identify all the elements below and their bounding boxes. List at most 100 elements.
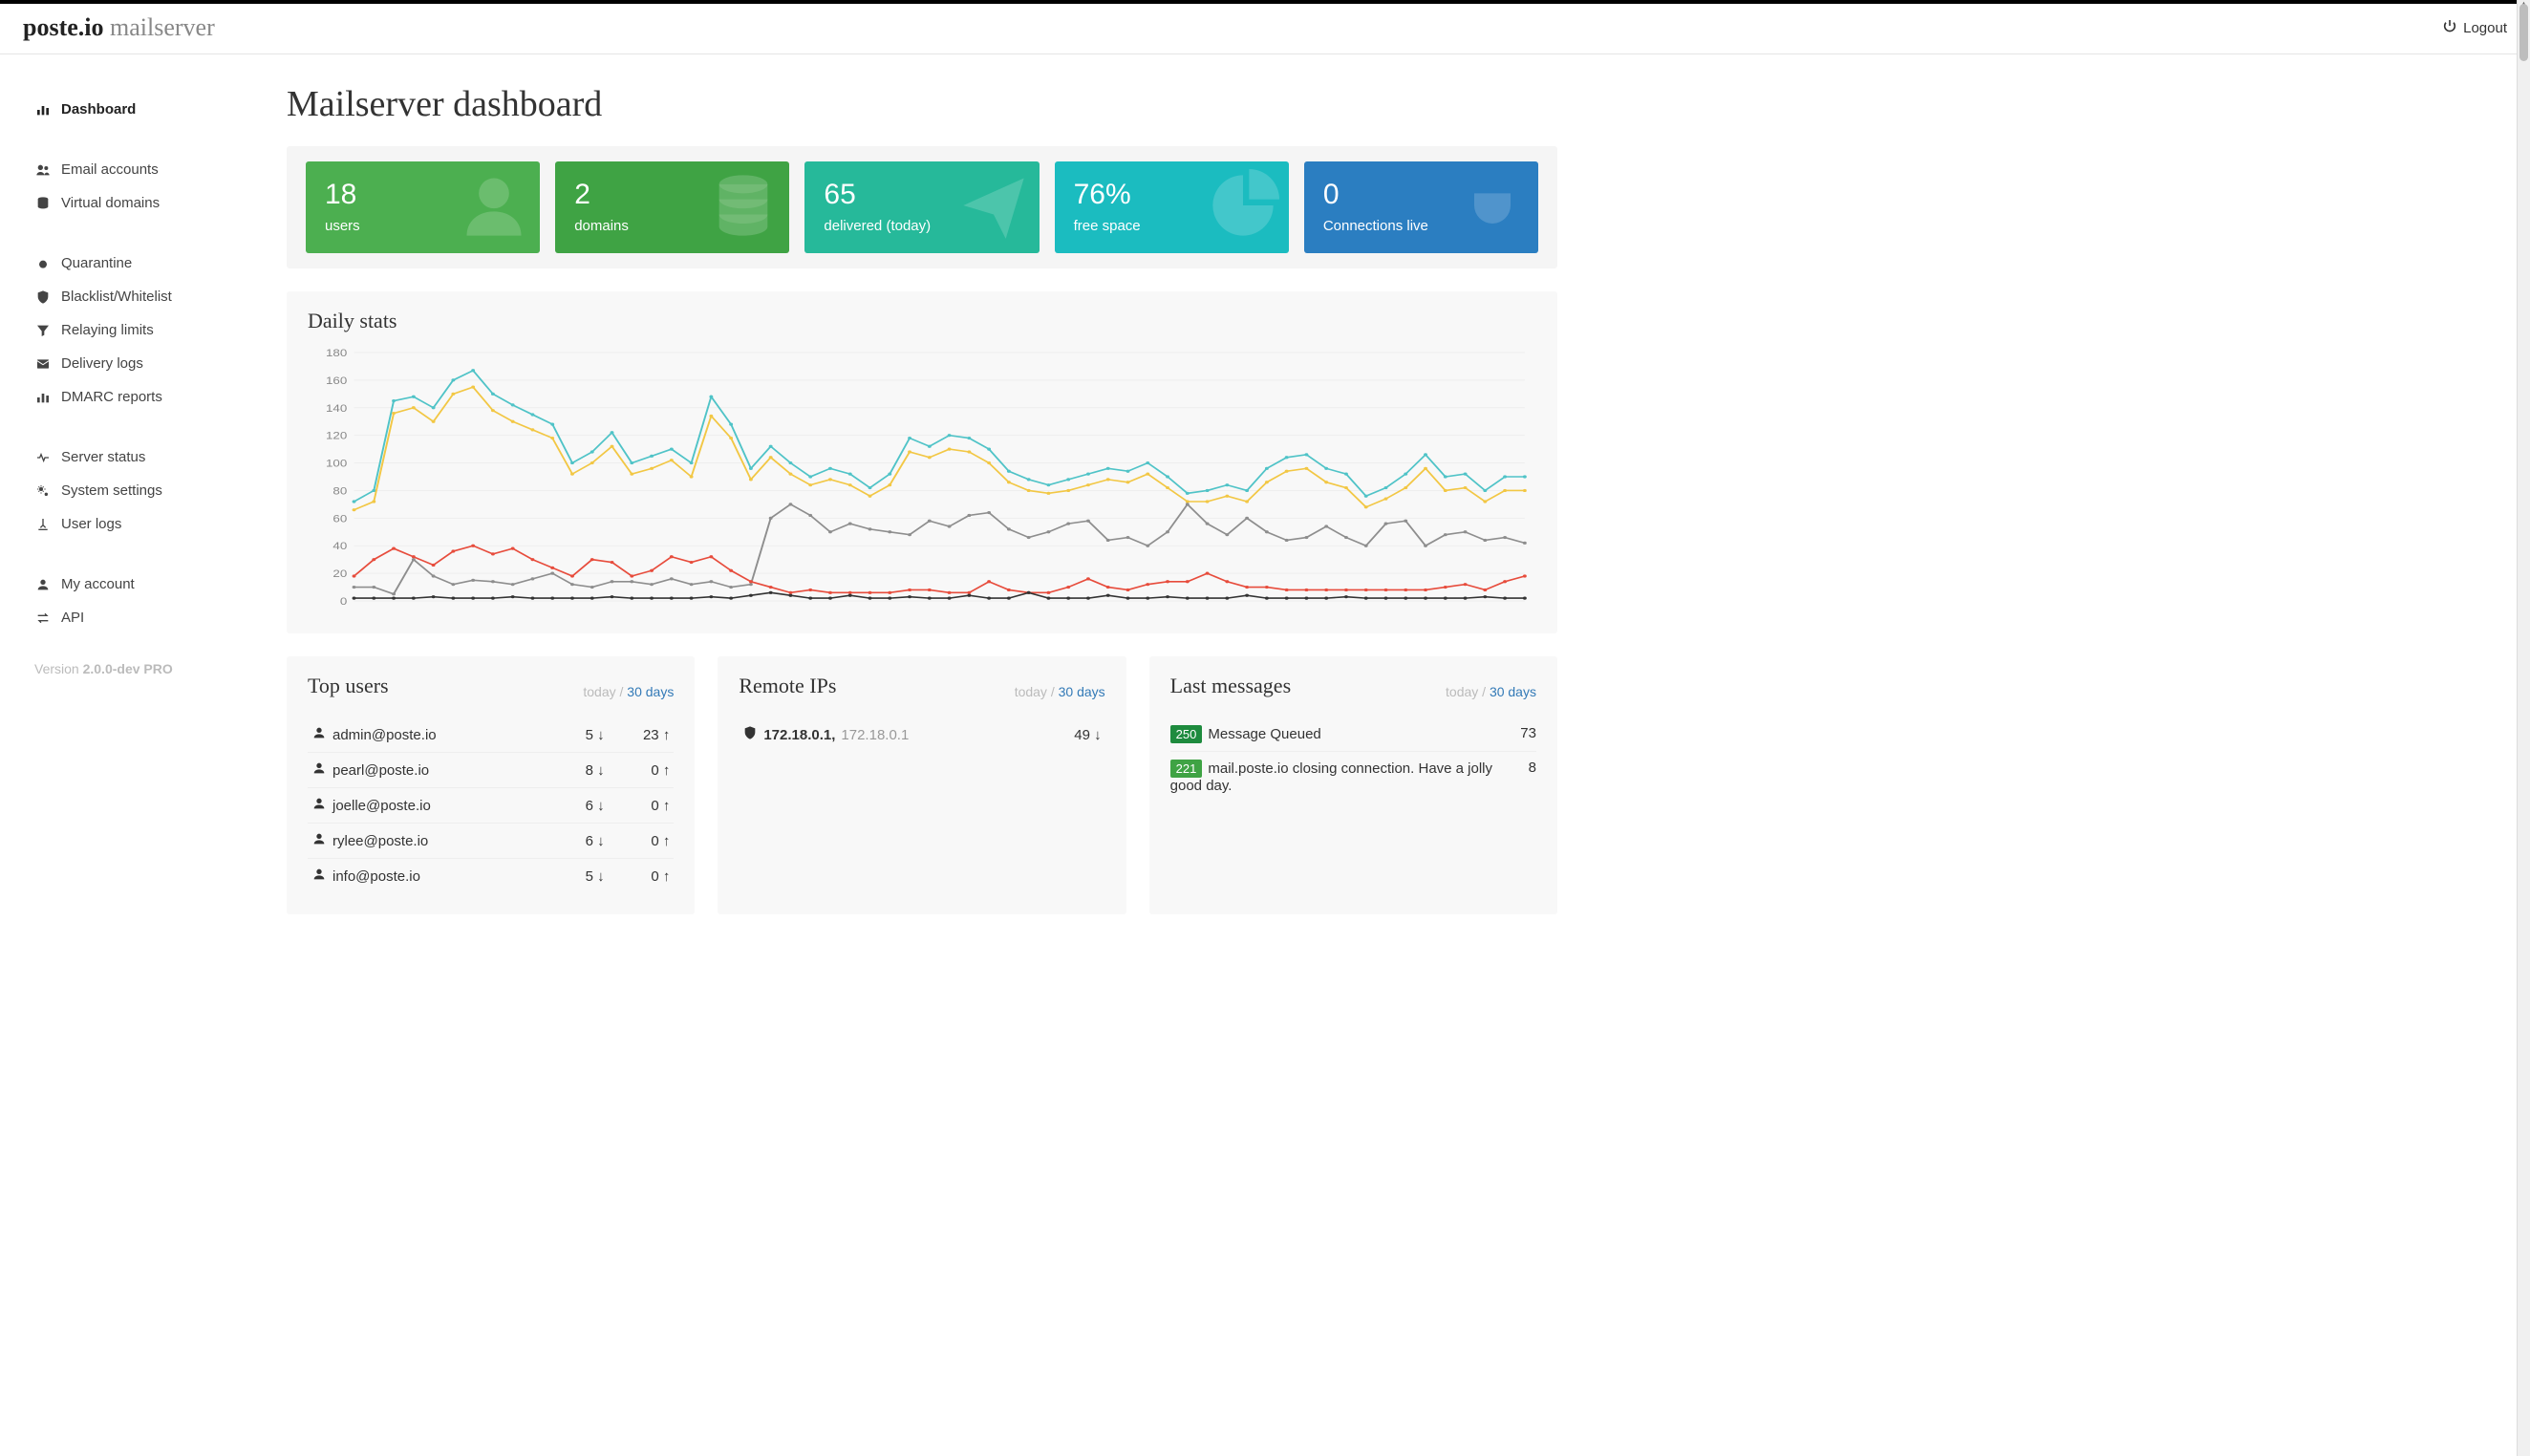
filter-icon (34, 323, 52, 338)
outbound-count: 0 ↑ (609, 753, 675, 788)
list-item[interactable]: 250Message Queued73 (1170, 717, 1536, 751)
table-row[interactable]: rylee@poste.io 6 ↓ 0 ↑ (308, 824, 674, 859)
brand: poste.io mailserver (23, 13, 215, 42)
svg-text:20: 20 (332, 567, 347, 580)
sidebar-item-label: Quarantine (61, 255, 132, 271)
svg-text:180: 180 (326, 347, 347, 359)
user-icon (34, 577, 52, 592)
range-30days[interactable]: 30 days (627, 684, 674, 699)
logout-button[interactable]: Logout (2442, 18, 2507, 37)
table-row[interactable]: admin@poste.io 5 ↓ 23 ↑ (308, 717, 674, 753)
user-email: joelle@poste.io (332, 798, 431, 814)
sidebar-item-server-status[interactable]: Server status (34, 440, 241, 474)
user-email: admin@poste.io (332, 727, 437, 743)
table-row[interactable]: joelle@poste.io 6 ↓ 0 ↑ (308, 788, 674, 824)
user-icon (311, 725, 327, 744)
svg-text:100: 100 (326, 458, 347, 470)
stat-card-domains[interactable]: 2 domains (555, 161, 789, 253)
svg-text:80: 80 (332, 485, 347, 498)
message-text: mail.poste.io closing connection. Have a… (1170, 760, 1492, 794)
database-icon (34, 196, 52, 211)
sidebar-item-label: Dashboard (61, 101, 136, 118)
pie-big-icon (1207, 169, 1279, 245)
logout-label: Logout (2463, 20, 2507, 36)
scrollbar[interactable]: ▲ (2517, 0, 2530, 1456)
sidebar-item-my-account[interactable]: My account (34, 567, 241, 601)
page-title: Mailserver dashboard (287, 83, 1557, 125)
sidebar-item-label: User logs (61, 516, 121, 532)
bar-chart-icon (34, 102, 52, 118)
sidebar-item-relaying-limits[interactable]: Relaying limits (34, 313, 241, 347)
user-icon (311, 796, 327, 815)
sidebar-item-label: Email accounts (61, 161, 159, 178)
outbound-count: 0 ↑ (609, 788, 675, 824)
message-text: Message Queued (1208, 726, 1320, 742)
remote-ips-range: today / 30 days (1015, 684, 1105, 699)
svg-text:120: 120 (326, 430, 347, 442)
user-icon (311, 760, 327, 780)
message-count: 8 (1529, 760, 1536, 794)
table-row[interactable]: info@poste.io 5 ↓ 0 ↑ (308, 859, 674, 894)
heartbeat-icon (34, 450, 52, 465)
scroll-thumb[interactable] (2519, 4, 2528, 61)
outbound-count: 0 ↑ (609, 824, 675, 859)
top-users-table: admin@poste.io 5 ↓ 23 ↑pearl@poste.io 8 … (308, 717, 674, 893)
table-row[interactable]: pearl@poste.io 8 ↓ 0 ↑ (308, 753, 674, 788)
top-users-range: today / 30 days (583, 684, 674, 699)
db-big-icon (707, 169, 780, 245)
main-content: Mailserver dashboard 18 users 2 domains … (268, 54, 1605, 975)
sidebar-item-system-settings[interactable]: System settings (34, 474, 241, 507)
outbound-count: 0 ↑ (609, 859, 675, 894)
ip-secondary: 172.18.0.1 (841, 727, 909, 743)
envelope-icon (34, 356, 52, 372)
shield-icon (34, 289, 52, 305)
sidebar-item-user-logs[interactable]: User logs (34, 507, 241, 541)
range-today[interactable]: today (583, 684, 615, 699)
brand-sub: mailserver (110, 13, 215, 41)
version-label: Version 2.0.0-dev PRO (34, 661, 241, 676)
sidebar-item-dashboard[interactable]: Dashboard (34, 93, 241, 126)
transfer-icon (34, 610, 52, 626)
list-item[interactable]: 221mail.poste.io closing connection. Hav… (1170, 751, 1536, 802)
remote-ips-panel: Remote IPs today / 30 days 172.18.0.1, 1… (718, 656, 1126, 914)
table-row[interactable]: 172.18.0.1, 172.18.0.1 49 ↓ (739, 717, 1104, 752)
stat-card-free-space[interactable]: 76% free space (1055, 161, 1289, 253)
sidebar-item-virtual-domains[interactable]: Virtual domains (34, 186, 241, 220)
remote-ips-table: 172.18.0.1, 172.18.0.1 49 ↓ (739, 717, 1104, 752)
plane-big-icon (957, 169, 1030, 245)
stat-card-users[interactable]: 18 users (306, 161, 540, 253)
header: poste.io mailserver Logout (0, 4, 2530, 54)
sidebar-item-label: DMARC reports (61, 389, 162, 405)
stat-card-delivered-today-[interactable]: 65 delivered (today) (804, 161, 1039, 253)
user-email: info@poste.io (332, 868, 420, 885)
sidebar-item-label: Delivery logs (61, 355, 143, 372)
users-icon (34, 162, 52, 178)
user-email: rylee@poste.io (332, 833, 428, 849)
inbound-count: 5 ↓ (558, 717, 609, 753)
sidebar-item-quarantine[interactable]: Quarantine (34, 246, 241, 280)
sidebar-item-delivery-logs[interactable]: Delivery logs (34, 347, 241, 380)
shield-icon (742, 725, 758, 744)
bar-chart-icon (34, 390, 52, 405)
inbound-count: 5 ↓ (558, 859, 609, 894)
last-messages-list: 250Message Queued73221mail.poste.io clos… (1170, 717, 1536, 802)
sidebar-item-label: System settings (61, 482, 162, 499)
inbound-count: 6 ↓ (558, 824, 609, 859)
svg-text:60: 60 (332, 512, 347, 525)
sidebar-item-label: Server status (61, 449, 145, 465)
status-badge: 221 (1170, 760, 1203, 778)
svg-text:0: 0 (340, 595, 348, 608)
stat-card-connections-live[interactable]: 0 Connections live (1304, 161, 1538, 253)
sidebar-item-label: Blacklist/Whitelist (61, 289, 172, 305)
top-users-title: Top users (308, 674, 389, 698)
last-messages-range: today / 30 days (1446, 684, 1536, 699)
last-messages-title: Last messages (1170, 674, 1291, 698)
inbound-count: 8 ↓ (558, 753, 609, 788)
sidebar-item-blacklist-whitelist[interactable]: Blacklist/Whitelist (34, 280, 241, 313)
sidebar-item-email-accounts[interactable]: Email accounts (34, 153, 241, 186)
status-badge: 250 (1170, 725, 1203, 743)
sidebar: Dashboard Email accounts Virtual domains Qu… (0, 54, 268, 975)
sidebar-item-dmarc-reports[interactable]: DMARC reports (34, 380, 241, 414)
sidebar-item-api[interactable]: API (34, 601, 241, 634)
ip-count: 49 ↓ (1044, 717, 1105, 752)
